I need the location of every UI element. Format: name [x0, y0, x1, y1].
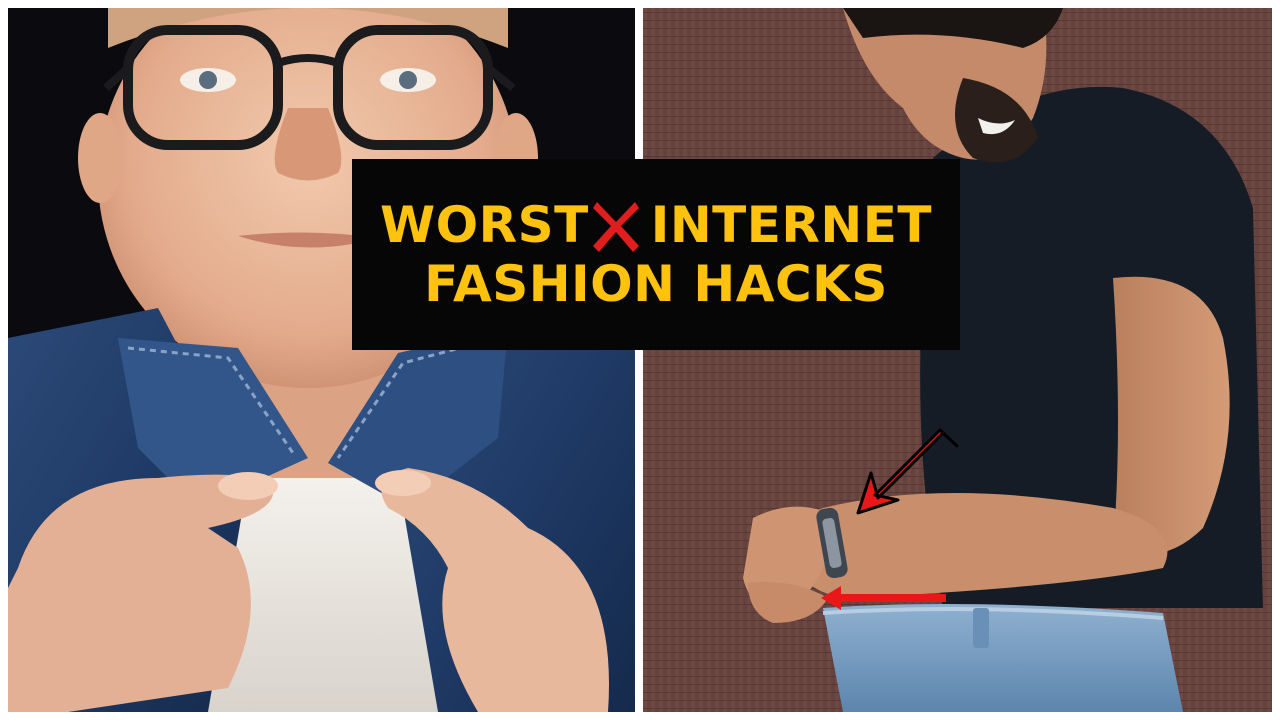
right-photo-illustration: [643, 8, 1272, 712]
left-photo-illustration: [8, 8, 635, 712]
thumbnail-title-box: WORST INTERNET FASHION HACKS: [352, 159, 960, 350]
right-photo-man-jeans-waist: [643, 8, 1272, 712]
left-photo-man-denim-collar: [8, 8, 635, 712]
cross-mark-icon: [591, 196, 641, 256]
title-line-2: FASHION HACKS: [424, 254, 888, 313]
title-line-1: WORST INTERNET: [380, 196, 932, 256]
title-word-internet: INTERNET: [650, 196, 933, 254]
title-word-worst: WORST: [379, 196, 589, 254]
video-thumbnail: WORST INTERNET FASHION HACKS: [0, 0, 1280, 720]
